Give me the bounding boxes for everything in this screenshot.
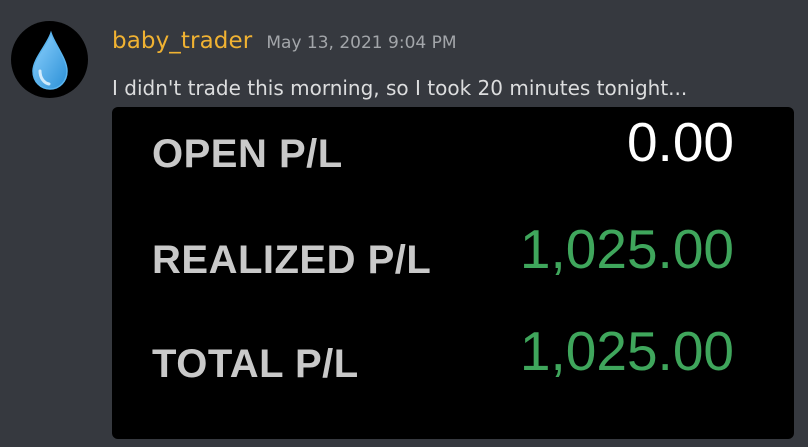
chat-message: baby_trader May 13, 2021 9:04 PM I didn'…	[0, 0, 808, 447]
realized-pl-value: 1,025.00	[519, 218, 734, 280]
message-text: I didn't trade this morning, so I took 2…	[112, 76, 688, 100]
total-pl-value: 1,025.00	[519, 320, 734, 382]
realized-pl-label: REALIZED P/L	[152, 238, 432, 282]
message-header: baby_trader May 13, 2021 9:04 PM	[112, 28, 457, 54]
open-pl-value: 0.00	[626, 111, 734, 173]
message-timestamp: May 13, 2021 9:04 PM	[266, 33, 457, 53]
water-drop-icon	[32, 30, 68, 90]
user-avatar[interactable]	[11, 21, 88, 98]
username[interactable]: baby_trader	[112, 28, 252, 54]
total-pl-label: TOTAL P/L	[152, 342, 359, 386]
open-pl-label: OPEN P/L	[152, 132, 343, 176]
image-attachment[interactable]: OPEN P/L 0.00 REALIZED P/L 1,025.00 TOTA…	[112, 107, 794, 439]
